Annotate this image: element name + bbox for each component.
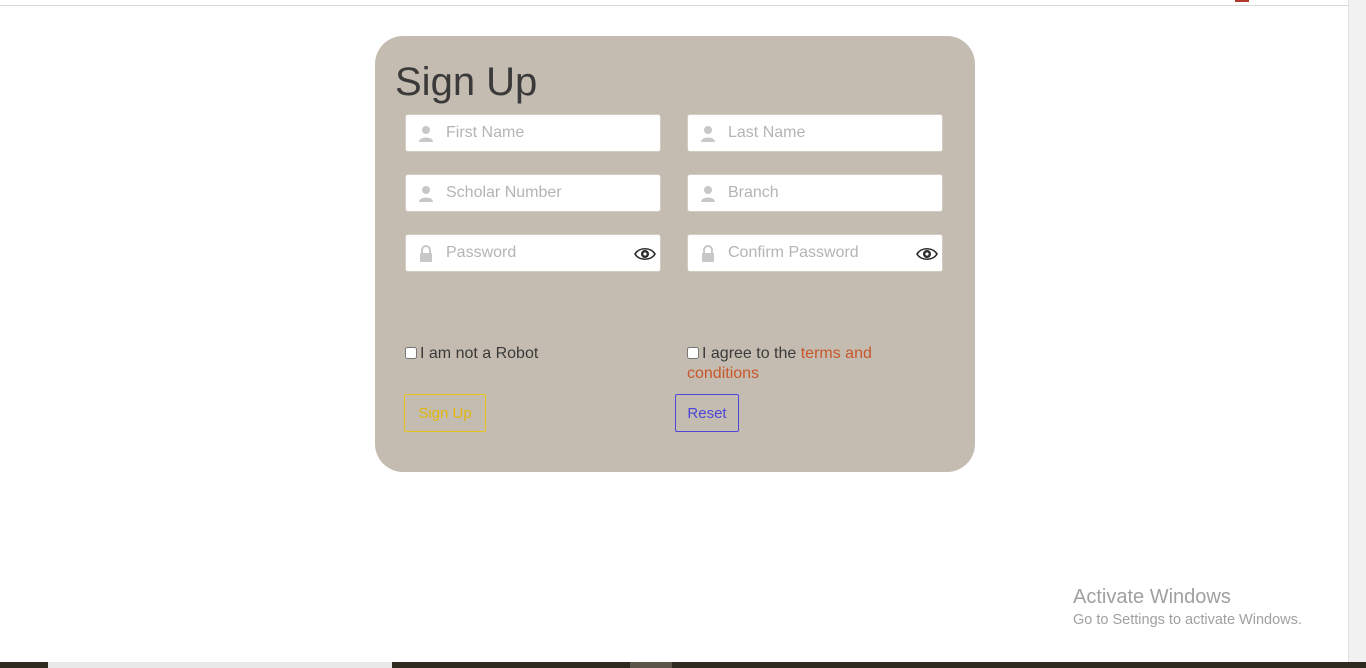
- confirm-password-input[interactable]: [728, 235, 908, 271]
- lock-icon: [702, 245, 714, 262]
- user-icon: [419, 186, 433, 202]
- page-title: Sign Up: [395, 60, 538, 104]
- signup-card: Sign Up First Name Last Name Scholar Num…: [375, 36, 975, 472]
- browser-top-edge: [0, 0, 1349, 6]
- user-icon: [701, 126, 715, 142]
- lock-icon: [420, 245, 432, 262]
- reset-button[interactable]: Reset: [675, 394, 739, 432]
- scholar-number-input[interactable]: [446, 175, 626, 211]
- robot-checkbox[interactable]: [405, 347, 417, 359]
- page-scrollbar[interactable]: [1348, 0, 1366, 662]
- password-input[interactable]: [446, 235, 626, 271]
- taskbar-segment: [48, 662, 392, 668]
- robot-check-row: I am not a Robot: [405, 344, 645, 364]
- user-icon: [419, 126, 433, 142]
- watermark-subtitle: Go to Settings to activate Windows.: [1073, 612, 1302, 628]
- branch-input[interactable]: [728, 175, 908, 211]
- agree-label: I agree to the: [702, 345, 801, 362]
- password-field[interactable]: [405, 234, 661, 272]
- terms-check-row: I agree to the terms and conditions: [687, 344, 917, 384]
- scholar-number-field[interactable]: [405, 174, 661, 212]
- taskbar-segment: [630, 662, 672, 668]
- eye-icon[interactable]: [916, 246, 938, 262]
- last-name-field[interactable]: [687, 114, 943, 152]
- confirm-password-field[interactable]: [687, 234, 943, 272]
- signup-button[interactable]: Sign Up: [404, 394, 486, 432]
- branch-field[interactable]: [687, 174, 943, 212]
- terms-checkbox[interactable]: [687, 347, 699, 359]
- eye-icon[interactable]: [634, 246, 656, 262]
- robot-label: I am not a Robot: [420, 345, 539, 362]
- top-edge-mark: [1235, 0, 1249, 2]
- first-name-input[interactable]: [446, 115, 626, 151]
- first-name-field[interactable]: [405, 114, 661, 152]
- user-icon: [701, 186, 715, 202]
- last-name-input[interactable]: [728, 115, 908, 151]
- windows-activation-watermark: Activate Windows Go to Settings to activ…: [1073, 585, 1302, 631]
- taskbar-edge: [0, 662, 1366, 668]
- watermark-title: Activate Windows: [1073, 586, 1231, 608]
